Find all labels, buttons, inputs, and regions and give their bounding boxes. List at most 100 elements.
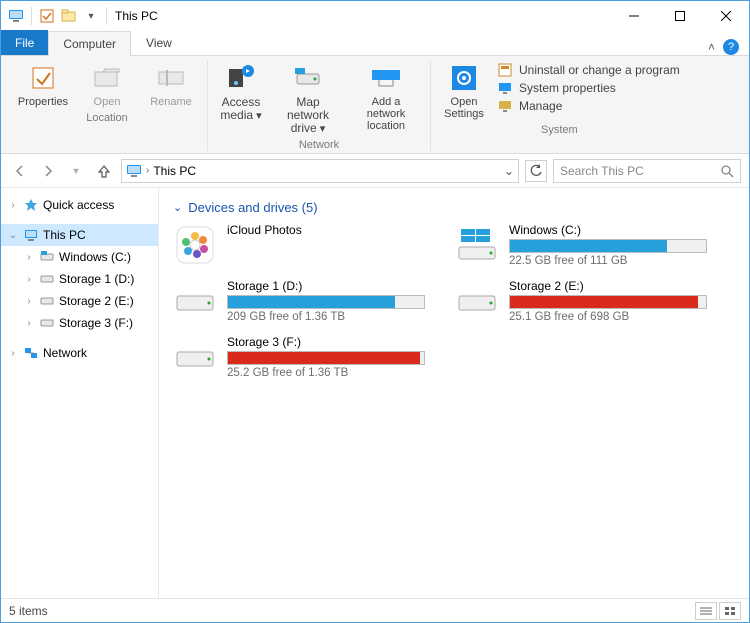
properties-button[interactable]: Properties — [15, 60, 71, 110]
search-icon — [720, 164, 734, 178]
expand-icon[interactable]: › — [23, 252, 35, 263]
expand-icon[interactable]: › — [7, 200, 19, 211]
this-pc-icon — [7, 7, 25, 25]
quick-access-toolbar: ▾ — [7, 7, 100, 25]
chevron-down-icon: ⌄ — [173, 201, 182, 214]
nav-quick-access[interactable]: › Quick access — [1, 194, 158, 216]
properties-check-icon[interactable] — [38, 7, 56, 25]
nav-network[interactable]: › Network — [1, 342, 158, 364]
settings-gear-icon — [448, 62, 480, 94]
window-title: This PC — [115, 9, 158, 23]
qat-dropdown-icon[interactable]: ▾ — [82, 7, 100, 25]
drive-item-storage-1[interactable]: Storage 1 (D:) 209 GB free of 1.36 TB — [173, 279, 425, 325]
uninstall-program-button[interactable]: Uninstall or change a program — [497, 62, 680, 78]
ribbon-tabs: File Computer View ˄ ? — [1, 31, 749, 56]
add-network-location-button[interactable]: Add a network location — [350, 60, 422, 134]
windows-drive-icon — [455, 223, 499, 267]
maximize-button[interactable] — [657, 1, 703, 31]
nav-this-pc[interactable]: ⌄ This PC — [1, 224, 158, 246]
expand-icon[interactable]: › — [23, 318, 35, 329]
separator — [31, 7, 32, 25]
nav-windows-c[interactable]: › Windows (C:) — [1, 246, 158, 268]
drive-item-storage-2[interactable]: Storage 2 (E:) 25.1 GB free of 698 GB — [455, 279, 707, 325]
collapse-ribbon-icon[interactable]: ˄ — [708, 40, 715, 54]
nav-storage-2[interactable]: › Storage 2 (E:) — [1, 290, 158, 312]
close-button[interactable] — [703, 1, 749, 31]
title-bar: ▾ This PC — [1, 1, 749, 31]
this-pc-icon — [126, 163, 142, 179]
access-media-button[interactable]: Access media ▾ — [216, 60, 266, 124]
drive-item-icloud-photos[interactable]: iCloud Photos — [173, 223, 425, 269]
ribbon-group-label: Location — [86, 112, 128, 124]
refresh-button[interactable] — [525, 160, 547, 182]
hard-drive-icon — [455, 279, 499, 323]
recent-locations-button[interactable]: ▼ — [65, 160, 87, 182]
drive-status: 209 GB free of 1.36 TB — [227, 311, 425, 323]
storage-bar — [509, 295, 707, 309]
details-view-button[interactable] — [695, 602, 717, 620]
expand-icon[interactable]: › — [23, 274, 35, 285]
hard-drive-icon — [173, 335, 217, 379]
uninstall-icon — [497, 62, 513, 78]
minimize-button[interactable] — [611, 1, 657, 31]
nav-storage-3[interactable]: › Storage 3 (F:) — [1, 312, 158, 334]
ribbon-group-network: Access media ▾ Map network drive ▾ Add a… — [208, 60, 431, 151]
rename-button[interactable]: Rename — [143, 60, 199, 110]
rename-icon — [155, 62, 187, 94]
search-box[interactable] — [553, 159, 741, 183]
drive-item-windows-c[interactable]: Windows (C:) 22.5 GB free of 111 GB — [455, 223, 707, 269]
manage-icon — [497, 98, 513, 114]
drive-name: Storage 2 (E:) — [509, 279, 707, 293]
address-box[interactable]: › This PC ⌄ — [121, 159, 519, 183]
status-item-count: 5 items — [9, 604, 48, 618]
map-drive-icon — [292, 62, 324, 94]
address-dropdown-icon[interactable]: ⌄ — [504, 164, 514, 178]
help-icon[interactable]: ? — [723, 39, 739, 55]
up-button[interactable] — [93, 160, 115, 182]
media-server-icon — [225, 62, 257, 94]
manage-button[interactable]: Manage — [497, 98, 680, 114]
storage-bar — [227, 295, 425, 309]
separator — [106, 7, 107, 25]
expand-icon[interactable]: › — [23, 296, 35, 307]
hard-drive-icon — [173, 279, 217, 323]
tab-computer[interactable]: Computer — [48, 31, 131, 56]
ribbon-group-location: Properties Open Rename Location — [7, 60, 208, 151]
nav-storage-1[interactable]: › Storage 1 (D:) — [1, 268, 158, 290]
address-bar: ▼ › This PC ⌄ — [1, 154, 749, 188]
new-folder-icon[interactable] — [60, 7, 78, 25]
back-button[interactable] — [9, 160, 31, 182]
breadcrumb-this-pc[interactable]: This PC — [153, 164, 196, 178]
drive-name: Storage 1 (D:) — [227, 279, 425, 293]
drive-name: iCloud Photos — [227, 223, 425, 237]
tab-view[interactable]: View — [131, 30, 187, 55]
map-network-drive-button[interactable]: Map network drive ▾ — [274, 60, 342, 137]
ribbon: Properties Open Rename Location Access m… — [1, 56, 749, 154]
ribbon-group-system: Open Settings Uninstall or change a prog… — [431, 60, 688, 151]
system-properties-icon — [497, 80, 513, 96]
drive-status: 22.5 GB free of 111 GB — [509, 255, 707, 267]
tab-file[interactable]: File — [1, 30, 48, 55]
large-icons-view-button[interactable] — [719, 602, 741, 620]
system-properties-button[interactable]: System properties — [497, 80, 680, 96]
expand-icon[interactable]: › — [7, 348, 19, 359]
chevron-right-icon[interactable]: › — [146, 165, 149, 176]
drive-icon — [39, 293, 55, 309]
drive-name: Storage 3 (F:) — [227, 335, 425, 349]
drive-icon — [39, 271, 55, 287]
this-pc-icon — [23, 227, 39, 243]
storage-bar — [509, 239, 707, 253]
open-button[interactable]: Open — [79, 60, 135, 110]
forward-button[interactable] — [37, 160, 59, 182]
group-header-devices[interactable]: ⌄ Devices and drives (5) — [173, 200, 735, 215]
collapse-icon[interactable]: ⌄ — [7, 230, 19, 241]
drive-icon — [39, 249, 55, 265]
drive-status: 25.2 GB free of 1.36 TB — [227, 367, 425, 379]
drive-item-storage-3[interactable]: Storage 3 (F:) 25.2 GB free of 1.36 TB — [173, 335, 425, 381]
ribbon-group-label: System — [541, 124, 578, 136]
drives-grid: iCloud Photos Windows (C:) 22.5 GB free … — [173, 223, 735, 381]
navigation-pane: › Quick access ⌄ This PC › Windows (C:) … — [1, 188, 159, 598]
open-settings-button[interactable]: Open Settings — [439, 60, 489, 122]
search-input[interactable] — [560, 164, 720, 178]
drive-icon — [39, 315, 55, 331]
